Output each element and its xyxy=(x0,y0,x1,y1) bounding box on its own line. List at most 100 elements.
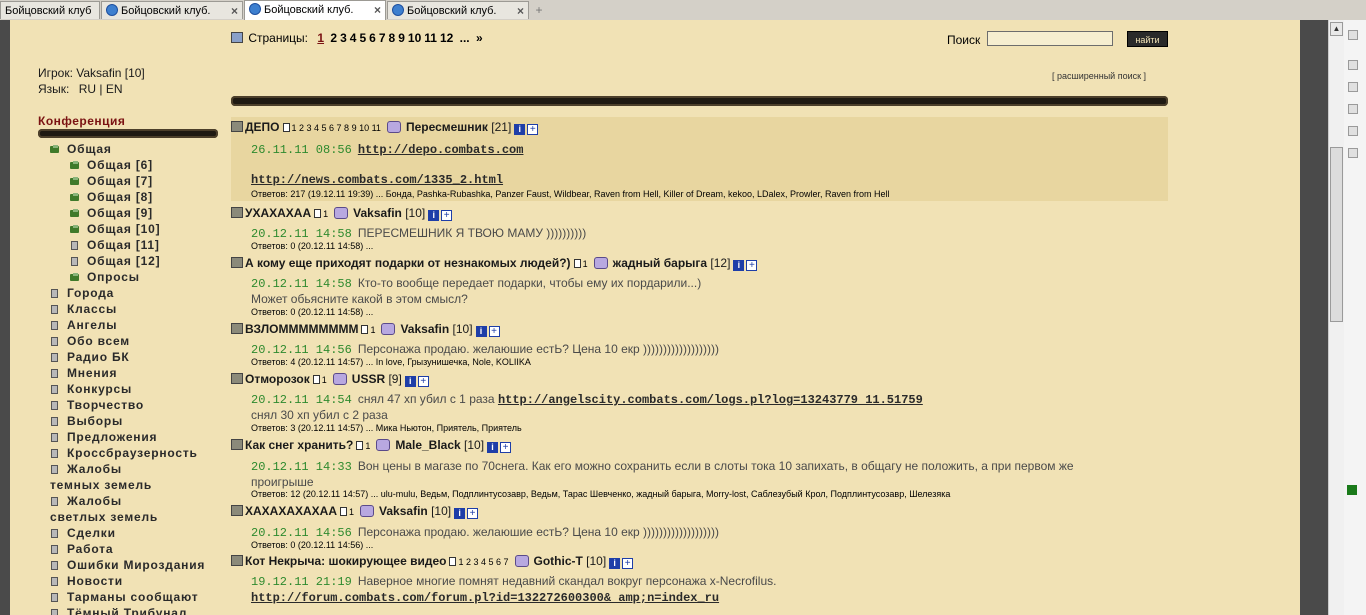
sidebar-item[interactable]: Общая [11] xyxy=(70,238,160,252)
add-icon[interactable]: + xyxy=(441,210,453,221)
topic-pages[interactable]: 1 xyxy=(322,375,327,385)
sidebar-item[interactable]: Общая [6] xyxy=(70,158,153,172)
sidebar-item[interactable]: Предложения xyxy=(50,430,157,444)
print-icon[interactable] xyxy=(231,32,243,43)
advanced-search-link[interactable]: [ расширенный поиск ] xyxy=(1052,71,1146,81)
page-link[interactable]: 7 xyxy=(379,31,386,45)
new-tab-button[interactable]: + xyxy=(530,1,548,19)
panel-button[interactable] xyxy=(1348,126,1358,136)
log-link[interactable]: http://angelscity.combats.com/logs.pl?lo… xyxy=(498,393,923,407)
author-name[interactable]: Vaksafin xyxy=(379,504,428,518)
sidebar-item[interactable]: Кроссбраузерность xyxy=(50,446,198,460)
topic-pages[interactable]: 1 xyxy=(349,507,354,517)
sidebar-item[interactable]: Ошибки Мироздания xyxy=(50,558,205,572)
author-name[interactable]: Vaksafin xyxy=(353,206,402,220)
search-button[interactable]: найти xyxy=(1127,31,1168,47)
add-icon[interactable]: + xyxy=(500,442,512,453)
page-link[interactable]: 9 xyxy=(398,31,405,45)
sidebar-item[interactable]: Работа xyxy=(50,542,113,556)
page-link[interactable]: 12 xyxy=(440,31,453,45)
sidebar-item[interactable]: Жалобы xyxy=(50,494,122,508)
add-icon[interactable]: + xyxy=(467,508,479,519)
add-icon[interactable]: + xyxy=(417,376,429,387)
info-icon[interactable]: i xyxy=(404,376,416,387)
topic-pages[interactable]: 1 xyxy=(370,325,375,335)
topic-title[interactable]: УХАХАХАА xyxy=(245,206,311,220)
panel-button[interactable] xyxy=(1348,148,1358,158)
topic-title[interactable]: Кот Некрыча: шокирующее видео xyxy=(245,554,446,568)
sidebar-item[interactable]: Опросы xyxy=(70,270,140,284)
message-link[interactable]: http://depo.combats.com xyxy=(358,143,524,157)
author-name[interactable]: Gothic-T xyxy=(534,554,583,568)
sidebar-item[interactable]: Жалобы xyxy=(50,462,122,476)
sidebar-item[interactable]: Тарманы сообщают xyxy=(50,590,198,604)
page-link[interactable]: 10 xyxy=(408,31,421,45)
close-icon[interactable]: × xyxy=(374,1,381,19)
sidebar-item[interactable]: Мнения xyxy=(50,366,117,380)
sidebar-item-label-cont[interactable]: светлых земель xyxy=(50,510,158,524)
sidebar-item[interactable]: Новости xyxy=(50,574,123,588)
info-icon[interactable]: i xyxy=(454,508,466,519)
browser-tab[interactable]: Бойцовский клуб. × xyxy=(101,1,243,19)
sidebar-item[interactable]: Общая xyxy=(50,142,112,156)
author-name[interactable]: жадный барыга xyxy=(613,256,708,270)
topic-title[interactable]: А кому еще приходят подарки от незнакомы… xyxy=(245,256,571,270)
lang-ru-link[interactable]: RU xyxy=(79,82,96,96)
topic-title[interactable]: ХАХАХАХАХАА xyxy=(245,504,337,518)
sidebar-item[interactable]: Общая [8] xyxy=(70,190,153,204)
scroll-thumb[interactable] xyxy=(1330,147,1343,322)
panel-button[interactable] xyxy=(1348,60,1358,70)
sidebar-item[interactable]: Классы xyxy=(50,302,117,316)
sidebar-item[interactable]: Творчество xyxy=(50,398,144,412)
next-page-link[interactable]: » xyxy=(476,31,483,45)
sidebar-item[interactable]: Общая [10] xyxy=(70,222,160,236)
page-link[interactable]: 8 xyxy=(389,31,396,45)
info-icon[interactable]: i xyxy=(733,260,745,271)
sidebar-item[interactable]: Обо всем xyxy=(50,334,130,348)
sidebar-item[interactable]: Общая [7] xyxy=(70,174,153,188)
topic-pages[interactable]: 1 xyxy=(583,259,588,269)
author-name[interactable]: Male_Black xyxy=(395,438,460,452)
topic-title[interactable]: ВЗЛОММММММММ xyxy=(245,322,358,336)
info-icon[interactable]: i xyxy=(428,210,440,221)
page-link[interactable]: 6 xyxy=(369,31,376,45)
message-link[interactable]: http://news.combats.com/1335_2.html xyxy=(251,173,503,187)
author-name[interactable]: Пересмешник xyxy=(406,120,488,134)
scroll-up-arrow-icon[interactable]: ▲ xyxy=(1330,22,1343,36)
sidebar-item[interactable]: Общая [9] xyxy=(70,206,153,220)
sidebar-item[interactable]: Тёмный Трибунал xyxy=(50,606,187,615)
topic-title[interactable]: Как снег хранить? xyxy=(245,438,353,452)
topic-pages[interactable]: 1 xyxy=(323,209,328,219)
add-icon[interactable]: + xyxy=(746,260,758,271)
info-icon[interactable]: i xyxy=(487,442,499,453)
browser-tab[interactable]: Бойцовский клуб xyxy=(0,1,100,19)
info-icon[interactable]: i xyxy=(514,124,526,135)
sidebar-item-label-cont[interactable]: темных земель xyxy=(50,478,152,492)
topic-title[interactable]: ДЕПО xyxy=(245,120,280,134)
sidebar-item[interactable]: Общая [12] xyxy=(70,254,160,268)
add-icon[interactable]: + xyxy=(488,326,500,337)
topic-title[interactable]: Отморозок xyxy=(245,372,310,386)
sidebar-item[interactable]: Ангелы xyxy=(50,318,117,332)
close-icon[interactable]: × xyxy=(231,2,238,19)
sidebar-item[interactable]: Конкурсы xyxy=(50,382,132,396)
info-icon[interactable]: i xyxy=(609,558,621,569)
sidebar-item[interactable]: Города xyxy=(50,286,114,300)
topic-pages[interactable]: 1 2 3 4 5 6 7 8 9 10 11 xyxy=(292,123,381,133)
panel-button[interactable] xyxy=(1348,30,1358,40)
author-name[interactable]: Vaksafin xyxy=(400,322,449,336)
page-link[interactable]: 11 xyxy=(424,31,437,45)
add-icon[interactable]: + xyxy=(622,558,634,569)
page-link-current[interactable]: 1 xyxy=(317,31,324,45)
browser-tab-active[interactable]: Бойцовский клуб. × xyxy=(244,0,386,20)
search-input[interactable] xyxy=(987,31,1113,46)
lang-en-link[interactable]: EN xyxy=(106,82,123,96)
info-icon[interactable]: i xyxy=(475,326,487,337)
page-link[interactable]: 4 xyxy=(350,31,357,45)
browser-tab[interactable]: Бойцовский клуб. × xyxy=(387,1,529,19)
sidebar-item[interactable]: Выборы xyxy=(50,414,123,428)
sidebar-item[interactable]: Сделки xyxy=(50,526,116,540)
panel-button[interactable] xyxy=(1348,104,1358,114)
topic-pages[interactable]: 1 2 3 4 5 6 7 xyxy=(458,557,508,567)
page-link[interactable]: 3 xyxy=(340,31,347,45)
